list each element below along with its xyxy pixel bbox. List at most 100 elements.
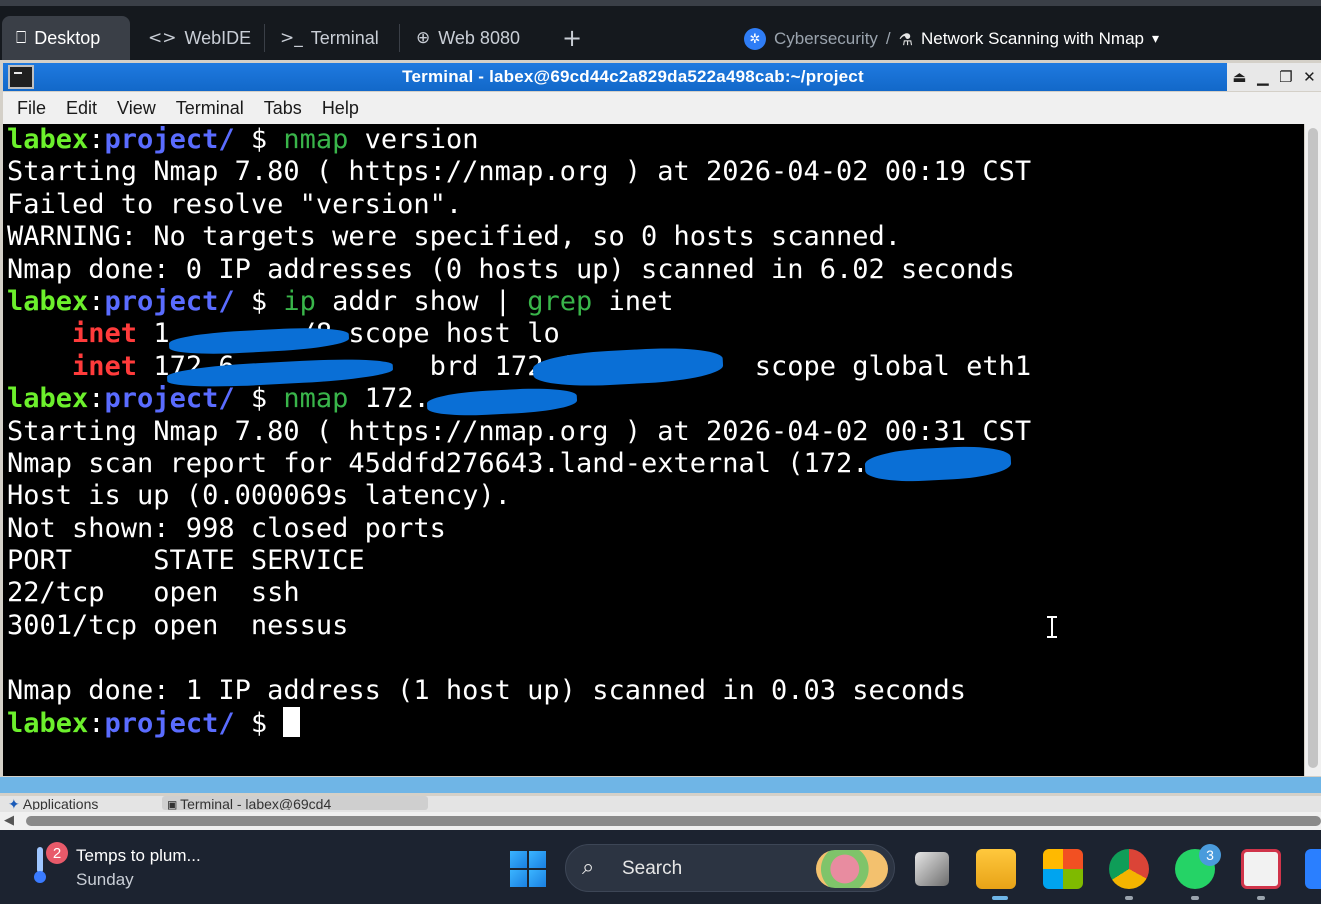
thermometer-icon — [34, 847, 46, 883]
applications-icon: ✦ — [8, 797, 20, 810]
prompt-dir: project/ — [104, 383, 235, 415]
window-bottom-border — [0, 777, 1321, 793]
notification-badge: 2 — [46, 842, 68, 864]
code-icon: <> — [148, 28, 177, 48]
window-controls: ⏏ ▁ ❐ ✕ — [1227, 63, 1321, 91]
breadcrumb-separator: / — [885, 29, 891, 48]
prompt-dir: project/ — [104, 708, 235, 740]
command-name: ip — [283, 285, 316, 317]
prompt-symbol: $ — [250, 383, 268, 415]
lab-title[interactable]: Network Scanning with Nmap — [921, 29, 1144, 49]
command-args: inet — [592, 285, 674, 317]
prompt-symbol: $ — [250, 285, 268, 317]
desktop-panel: ✦ Applications ▣ Terminal - labex@69cd4 — [0, 796, 1321, 812]
minimize-icon[interactable]: ▁ — [1257, 68, 1269, 86]
taskbar-terminal-entry[interactable]: ▣ Terminal - labex@69cd4 — [162, 796, 428, 810]
terminal-line: Starting Nmap 7.80 ( https://nmap.org ) … — [7, 156, 1032, 188]
active-app-indicator — [992, 896, 1008, 900]
scroll-left-icon[interactable]: ◀ — [4, 813, 14, 828]
taskbar-search[interactable]: ⌕ Search — [565, 844, 895, 892]
inet-keyword: inet — [72, 318, 138, 350]
weather-subtitle: Sunday — [76, 870, 134, 889]
weather-title: Temps to plum... — [76, 846, 201, 865]
shade-icon[interactable]: ⏏ — [1232, 68, 1246, 86]
menu-tabs[interactable]: Tabs — [254, 98, 312, 119]
app-running-indicator — [1191, 896, 1199, 900]
pinned-app-icon[interactable] — [1305, 849, 1321, 889]
snipping-tool-icon[interactable] — [1241, 849, 1281, 889]
terminal-line: 22/tcp open ssh — [7, 577, 300, 609]
horizontal-scrollbar[interactable]: ◀ — [0, 812, 1321, 830]
windows-taskbar: 2 Temps to plum... Sunday ⌕ Search 3 — [0, 830, 1321, 904]
terminal-entry-label: Terminal - labex@69cd4 — [180, 796, 332, 810]
task-view-icon[interactable] — [915, 852, 949, 886]
file-explorer-icon[interactable] — [976, 849, 1016, 889]
ibeam-cursor-icon — [1047, 616, 1057, 638]
terminal-line: Failed to resolve "version". — [7, 188, 463, 220]
app-running-indicator — [1125, 896, 1133, 900]
close-icon[interactable]: ✕ — [1303, 68, 1316, 86]
terminal-line: Host is up (0.000069s latency). — [7, 480, 511, 512]
text-cursor — [283, 707, 301, 738]
prompt-user: labex — [7, 124, 89, 155]
lab-top-bar: ⎕ Desktop <> WebIDE >_ Terminal ⊕ Web 80… — [0, 0, 1321, 60]
flask-icon: ⚗ — [898, 29, 913, 49]
tab-webide-label: WebIDE — [184, 27, 252, 48]
terminal-output[interactable]: labex:project/ $ nmap version Starting N… — [3, 124, 1304, 776]
windows-start-icon[interactable] — [510, 851, 546, 887]
terminal-line: labex:project/ $ nmap version — [7, 124, 479, 155]
search-label: Search — [622, 858, 683, 879]
maximize-icon[interactable]: ❐ — [1279, 68, 1292, 86]
prompt-symbol: $ — [250, 708, 268, 740]
menu-edit[interactable]: Edit — [56, 98, 107, 119]
globe-icon: ⊕ — [416, 28, 431, 48]
search-highlight-image — [816, 850, 888, 888]
prompt-user: labex — [7, 708, 89, 740]
terminal-line: WARNING: No targets were specified, so 0… — [7, 221, 902, 253]
cybersecurity-icon: ✲ — [744, 28, 766, 50]
command-name: nmap — [283, 124, 349, 155]
breadcrumb-category[interactable]: Cybersecurity — [774, 29, 878, 49]
prompt-dir: project/ — [104, 285, 235, 317]
menu-view[interactable]: View — [107, 98, 166, 119]
tab-desktop[interactable]: ⎕ Desktop — [2, 16, 130, 60]
command-name: grep — [527, 285, 593, 317]
terminal-line: Starting Nmap 7.80 ( https://nmap.org ) … — [7, 415, 1032, 447]
applications-menu[interactable]: ✦ Applications — [8, 796, 158, 810]
terminal-app-icon[interactable] — [8, 65, 34, 89]
prompt-user: labex — [7, 383, 89, 415]
chrome-icon[interactable] — [1109, 849, 1149, 889]
menu-terminal[interactable]: Terminal — [166, 98, 254, 119]
microsoft-store-icon[interactable] — [1043, 849, 1083, 889]
monitor-icon: ⎕ — [16, 28, 27, 48]
add-tab-icon[interactable]: + — [562, 26, 582, 50]
vertical-scrollbar[interactable] — [1305, 124, 1321, 776]
scroll-thumb[interactable] — [1308, 128, 1318, 768]
prompt-user: labex — [7, 285, 89, 317]
weather-widget[interactable]: 2 Temps to plum... Sunday — [30, 842, 230, 892]
menu-bar: File Edit View Terminal Tabs Help — [3, 92, 1321, 124]
menu-file[interactable]: File — [7, 98, 56, 119]
tab-webide[interactable]: <> WebIDE — [134, 16, 262, 60]
prompt-symbol: $ — [250, 124, 268, 155]
menu-help[interactable]: Help — [312, 98, 369, 119]
terminal-line: 3001/tcp open nessus — [7, 609, 349, 641]
window-titlebar[interactable]: Terminal - labex@69cd44c2a829da522a498ca… — [3, 63, 1321, 91]
tab-web-8080[interactable]: ⊕ Web 8080 — [402, 16, 552, 60]
terminal-line: PORT STATE SERVICE — [7, 545, 365, 577]
tab-terminal-label: Terminal — [310, 27, 379, 48]
terminal-window: Terminal - labex@69cd44c2a829da522a498ca… — [0, 60, 1321, 796]
tab-terminal[interactable]: >_ Terminal — [266, 16, 398, 60]
tab-web-8080-label: Web 8080 — [438, 27, 520, 48]
whatsapp-badge: 3 — [1199, 844, 1221, 866]
search-icon: ⌕ — [582, 855, 595, 880]
tab-divider — [264, 24, 265, 52]
scroll-thumb[interactable] — [26, 816, 1321, 826]
terminal-line: Nmap done: 1 IP address (1 host up) scan… — [7, 674, 967, 706]
terminal-icon: >_ — [280, 28, 303, 48]
chevron-down-icon[interactable]: ▾ — [1152, 31, 1159, 47]
tab-divider — [399, 24, 400, 52]
applications-label: Applications — [22, 796, 99, 810]
terminal-line: labex:project/ $ ip addr show | grep ine… — [7, 285, 674, 317]
